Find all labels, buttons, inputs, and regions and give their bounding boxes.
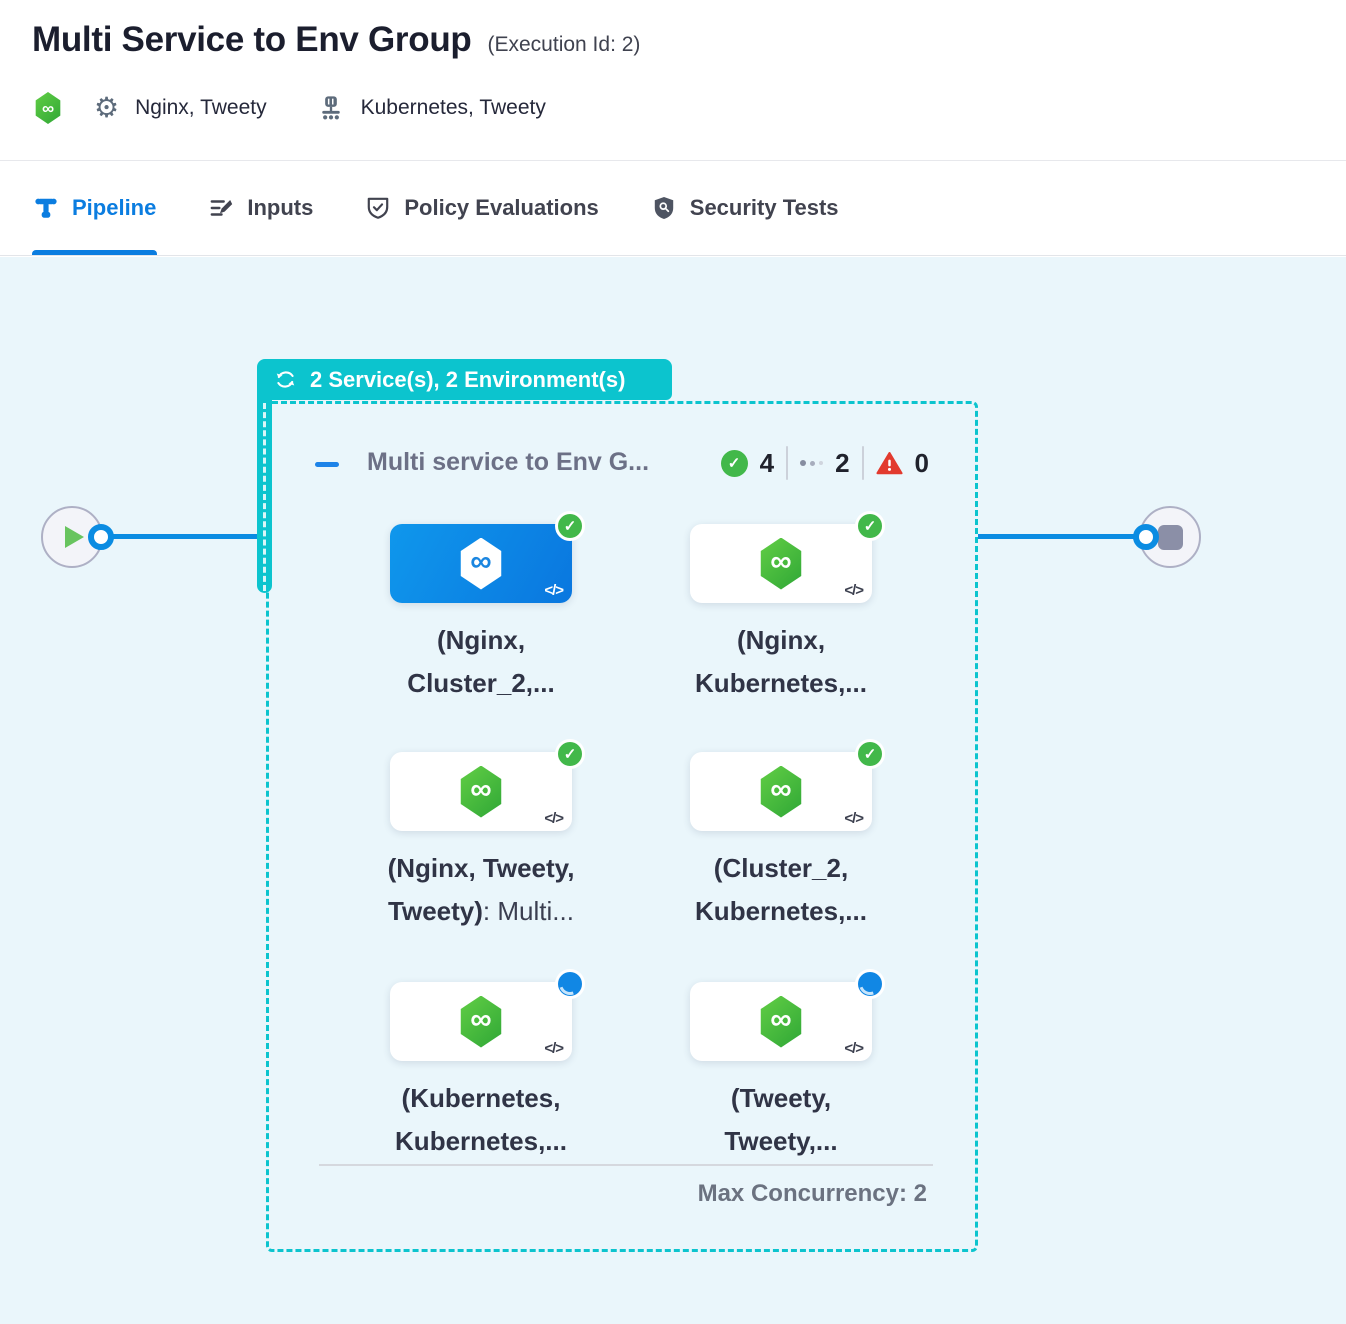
dash-overlay xyxy=(263,403,266,591)
header-meta-row: ∞ ⚙ Nginx, Tweety Kubernetes, Tweety xyxy=(34,90,546,126)
tab-pipeline-label: Pipeline xyxy=(72,195,156,221)
status-success-badge: ✓ xyxy=(555,511,585,541)
title-row: Multi Service to Env Group (Execution Id… xyxy=(32,20,640,60)
stats-divider xyxy=(862,446,864,480)
stage-card-kubernetes-kubernetes[interactable]: ∞ </> xyxy=(390,982,572,1061)
status-success-badge: ✓ xyxy=(555,739,585,769)
code-icon: </> xyxy=(844,1040,863,1057)
status-running-badge xyxy=(855,969,885,999)
stage-label: (Cluster_2, Kubernetes,... xyxy=(621,847,941,933)
stage-label: (Kubernetes, Kubernetes,... xyxy=(321,1077,641,1163)
pipeline-canvas: 2 Service(s), 2 Environment(s) Multi ser… xyxy=(0,257,1346,1324)
stage-label: (Nginx, Cluster_2,... xyxy=(321,619,641,705)
security-shield-icon xyxy=(651,195,677,221)
environments-list: Kubernetes, Tweety xyxy=(361,96,546,120)
failed-count-icon xyxy=(876,450,903,477)
end-connector-dot xyxy=(1133,524,1159,550)
stage-card-nginx-kubernetes[interactable]: ∞ </> ✓ xyxy=(690,524,872,603)
pending-count: 2 xyxy=(835,448,849,479)
stage-card-nginx-tweety[interactable]: ∞ </> ✓ xyxy=(390,752,572,831)
pipeline-execution-page: Multi Service to Env Group (Execution Id… xyxy=(0,0,1346,1324)
stage-group-box: Multi service to Env G... ✓ 4 2 0 xyxy=(266,401,978,1252)
play-icon xyxy=(65,526,84,548)
code-icon: </> xyxy=(844,810,863,827)
stage-service-icon: ∞ xyxy=(758,766,804,818)
status-running-badge xyxy=(555,969,585,999)
stage-service-icon: ∞ xyxy=(458,766,504,818)
collapse-group-icon[interactable] xyxy=(315,462,339,467)
tab-bar: Pipeline Inputs Policy Evaluations xyxy=(0,161,1346,256)
flow-line-right xyxy=(978,534,1146,539)
code-icon: </> xyxy=(844,582,863,599)
tab-security-tests[interactable]: Security Tests xyxy=(651,161,839,255)
stage-label: (Nginx, Tweety, Tweety): Multi... xyxy=(321,847,641,933)
tab-inputs[interactable]: Inputs xyxy=(208,161,313,255)
stage-service-icon: ∞ xyxy=(458,538,504,590)
tab-inputs-label: Inputs xyxy=(247,195,313,221)
stage-label: (Tweety, Tweety,... xyxy=(621,1077,941,1163)
stage-group-title: Multi service to Env G... xyxy=(367,448,649,477)
start-connector-dot xyxy=(88,524,114,550)
stage-service-icon: ∞ xyxy=(758,996,804,1048)
page-title: Multi Service to Env Group xyxy=(32,20,472,60)
tab-security-label: Security Tests xyxy=(690,195,839,221)
environments-icon xyxy=(317,93,345,123)
stage-card-nginx-cluster2[interactable]: ∞ </> ✓ xyxy=(390,524,572,603)
stop-icon xyxy=(1158,525,1183,550)
tab-pipeline[interactable]: Pipeline xyxy=(33,161,156,255)
services-gear-icon: ⚙ xyxy=(94,94,119,122)
services-list: Nginx, Tweety xyxy=(135,96,267,120)
group-divider xyxy=(319,1164,933,1166)
stats-divider xyxy=(786,446,788,480)
pipeline-icon xyxy=(33,195,59,221)
stage-card-cluster2-kubernetes[interactable]: ∞ </> ✓ xyxy=(690,752,872,831)
inputs-icon xyxy=(208,195,234,221)
loop-label-text: 2 Service(s), 2 Environment(s) xyxy=(310,367,625,393)
policy-shield-icon xyxy=(365,195,391,221)
page-header: Multi Service to Env Group (Execution Id… xyxy=(0,0,1346,161)
success-count-icon: ✓ xyxy=(721,450,748,477)
stage-service-icon: ∞ xyxy=(458,996,504,1048)
status-success-badge: ✓ xyxy=(855,739,885,769)
harness-service-icon: ∞ xyxy=(34,92,62,124)
stage-label: (Nginx, Kubernetes,... xyxy=(621,619,941,705)
flow-line-left xyxy=(100,534,258,539)
pending-count-icon xyxy=(800,460,823,466)
tab-policy-evaluations[interactable]: Policy Evaluations xyxy=(365,161,598,255)
code-icon: </> xyxy=(544,810,563,827)
stage-card-tweety-tweety[interactable]: ∞ </> xyxy=(690,982,872,1061)
stage-group-stats: ✓ 4 2 0 xyxy=(721,446,929,480)
loop-icon xyxy=(273,367,298,392)
max-concurrency-label: Max Concurrency: 2 xyxy=(698,1180,927,1208)
stage-service-icon: ∞ xyxy=(758,538,804,590)
code-icon: </> xyxy=(544,582,563,599)
status-success-badge: ✓ xyxy=(855,511,885,541)
tab-policy-label: Policy Evaluations xyxy=(404,195,598,221)
failed-count: 0 xyxy=(915,448,929,479)
loop-group-label[interactable]: 2 Service(s), 2 Environment(s) xyxy=(257,359,672,400)
success-count: 4 xyxy=(760,448,774,479)
code-icon: </> xyxy=(544,1040,563,1057)
execution-id: (Execution Id: 2) xyxy=(488,33,641,57)
